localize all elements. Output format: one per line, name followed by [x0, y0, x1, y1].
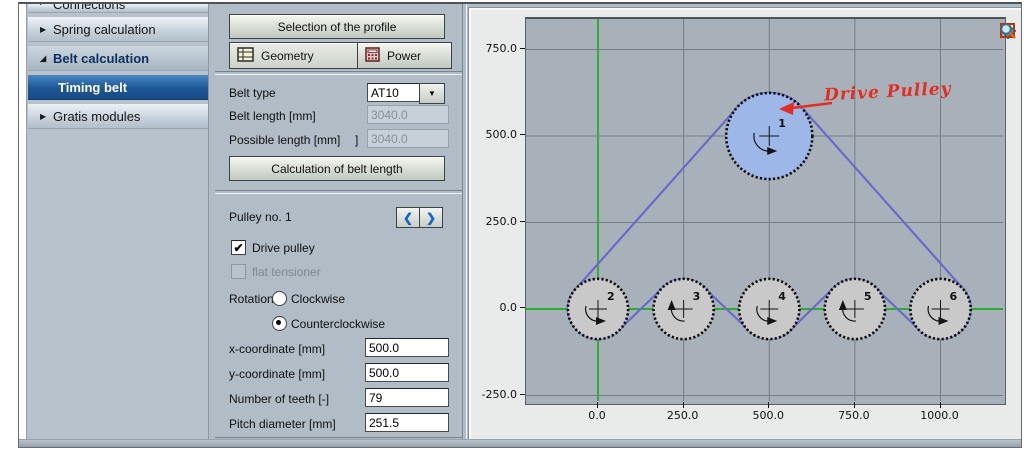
sidebar-item-gratis-modules[interactable]: ▶Gratis modules — [28, 104, 208, 129]
pulley-number: 6 — [950, 290, 958, 303]
tab-geometry[interactable]: Geometry — [229, 42, 362, 69]
pulley-number: 5 — [864, 290, 872, 303]
pulley-prev-button[interactable]: ❮ — [396, 207, 420, 228]
pulley-nav-label: Pulley no. 1 — [229, 210, 292, 224]
possible-length-input — [367, 129, 449, 148]
plot-canvas[interactable]: 123456 Drive Pulley — [525, 17, 1006, 405]
sidebar-item-label: Spring calculation — [53, 22, 156, 37]
flat-tensioner-checkbox — [231, 264, 246, 279]
pulley-number: 1 — [778, 117, 786, 130]
rotation-radio-counterclockwise[interactable] — [272, 316, 287, 331]
calculation-of-belt-length-button[interactable]: Calculation of belt length — [229, 156, 445, 181]
sidebar-item-timing-belt[interactable]: Timing belt — [28, 75, 208, 100]
pitch-diameter-input[interactable] — [365, 413, 449, 432]
x-tick-mark — [854, 402, 855, 408]
pulley-number: 2 — [607, 290, 615, 303]
rotation-clockwise-label: Clockwise — [291, 292, 345, 306]
belt-settings-panel: Selection of the profile Geometry — [215, 4, 467, 440]
x-coordinate-input[interactable] — [365, 338, 449, 357]
y-tick-label: -250.0 — [473, 388, 517, 401]
y-tick-label: 750.0 — [473, 42, 517, 55]
y-tick-mark — [520, 221, 525, 222]
x-tick-mark — [597, 402, 598, 408]
sidebar-item-label: Timing belt — [58, 80, 127, 95]
chevron-right-icon: ❯ — [426, 211, 436, 225]
pulley-next-button[interactable]: ❯ — [419, 207, 443, 228]
pulley-number: 4 — [778, 290, 786, 303]
belt-type-dropdown-button[interactable]: ▼ — [419, 83, 445, 104]
x-coordinate-label: x-coordinate [mm] — [229, 342, 325, 356]
rotation-label: Rotation — [229, 292, 274, 306]
checkmark-icon: ✔ — [233, 241, 243, 255]
x-tick-mark — [940, 402, 941, 408]
sidebar-item-connections[interactable]: ▶Connections — [28, 4, 208, 13]
sidebar-item-label: Gratis modules — [53, 109, 140, 124]
y-coordinate-label: y-coordinate [mm] — [229, 367, 325, 381]
y-tick-mark — [520, 394, 525, 395]
panel-splitter[interactable] — [462, 4, 467, 440]
flat-tensioner-label: flat tensioner — [252, 265, 321, 279]
number-of-teeth-label: Number of teeth [-] — [229, 392, 329, 406]
x-tick-label: 0.0 — [570, 409, 624, 422]
y-tick-label: 0.0 — [473, 301, 517, 314]
pulley-4[interactable]: 4 — [739, 279, 799, 339]
expanded-triangle-icon: ◢ — [40, 54, 53, 63]
x-tick-label: 750.0 — [827, 409, 881, 422]
sidebar-item-spring-calculation[interactable]: ▶Spring calculation — [28, 17, 208, 42]
sidebar-item-label: Belt calculation — [53, 51, 149, 66]
possible-length-label: Possible length [mm] — [229, 133, 340, 147]
collapsed-triangle-icon: ▶ — [40, 112, 53, 121]
rotation-radio-clockwise[interactable] — [272, 291, 287, 306]
belt-length-label: Belt length [mm] — [229, 109, 316, 123]
belt-length-input — [367, 105, 449, 124]
collapsed-triangle-icon: ▶ — [40, 4, 53, 6]
separator — [215, 190, 463, 194]
chevron-down-icon: ▼ — [428, 89, 436, 98]
number-of-teeth-input[interactable] — [365, 388, 449, 407]
collapsed-triangle-icon: ▶ — [40, 25, 53, 34]
x-tick-label: 500.0 — [741, 409, 795, 422]
drive-pulley-checkbox[interactable]: ✔ — [231, 240, 246, 255]
y-tick-mark — [520, 134, 525, 135]
tab-power[interactable]: Power — [357, 42, 452, 69]
y-tick-mark — [520, 48, 525, 49]
y-coordinate-input[interactable] — [365, 363, 449, 382]
calculator-icon — [365, 47, 380, 65]
y-tick-label: 250.0 — [473, 215, 517, 228]
left-gutter — [19, 4, 27, 447]
belt-type-label: Belt type — [229, 86, 276, 100]
page: ▶Connections▶Spring calculation◢Belt cal… — [0, 0, 1030, 455]
y-tick-label: 500.0 — [473, 128, 517, 141]
pitch-diameter-label: Pitch diameter [mm] — [229, 417, 336, 431]
tab-power-label: Power — [387, 49, 421, 63]
x-tick-label: 250.0 — [656, 409, 710, 422]
window-bottom-edge — [19, 439, 1021, 447]
stray-bracket: ] — [355, 133, 358, 147]
separator — [215, 71, 463, 75]
drive-pulley-label: Drive pulley — [252, 241, 315, 255]
rotation-counterclockwise-label: Counterclockwise — [291, 317, 385, 331]
tab-geometry-label: Geometry — [261, 49, 314, 63]
pulley-3[interactable]: 3 — [653, 279, 713, 339]
application-window: ▶Connections▶Spring calculation◢Belt cal… — [18, 2, 1022, 448]
x-tick-mark — [683, 402, 684, 408]
pulley-2[interactable]: 2 — [568, 279, 628, 339]
chart-panel: 750.0500.0250.00.0-250.0 123456 Drive Pu… — [469, 8, 1022, 444]
pulley-number: 3 — [693, 290, 701, 303]
belt-type-select[interactable] — [367, 83, 423, 102]
x-tick-label: 1000.0 — [913, 409, 967, 422]
sidebar-item-belt-calculation[interactable]: ◢Belt calculation — [28, 46, 208, 71]
y-tick-mark — [520, 307, 525, 308]
x-tick-mark — [768, 402, 769, 408]
sidebar: ▶Connections▶Spring calculation◢Belt cal… — [28, 4, 209, 440]
chevron-left-icon: ❮ — [403, 211, 413, 225]
pulley-5[interactable]: 5 — [825, 279, 885, 339]
pulley-6[interactable]: 6 — [910, 279, 970, 339]
table-icon — [237, 47, 254, 65]
selection-of-profile-button[interactable]: Selection of the profile — [229, 14, 445, 39]
sidebar-item-label: Connections — [53, 4, 125, 12]
